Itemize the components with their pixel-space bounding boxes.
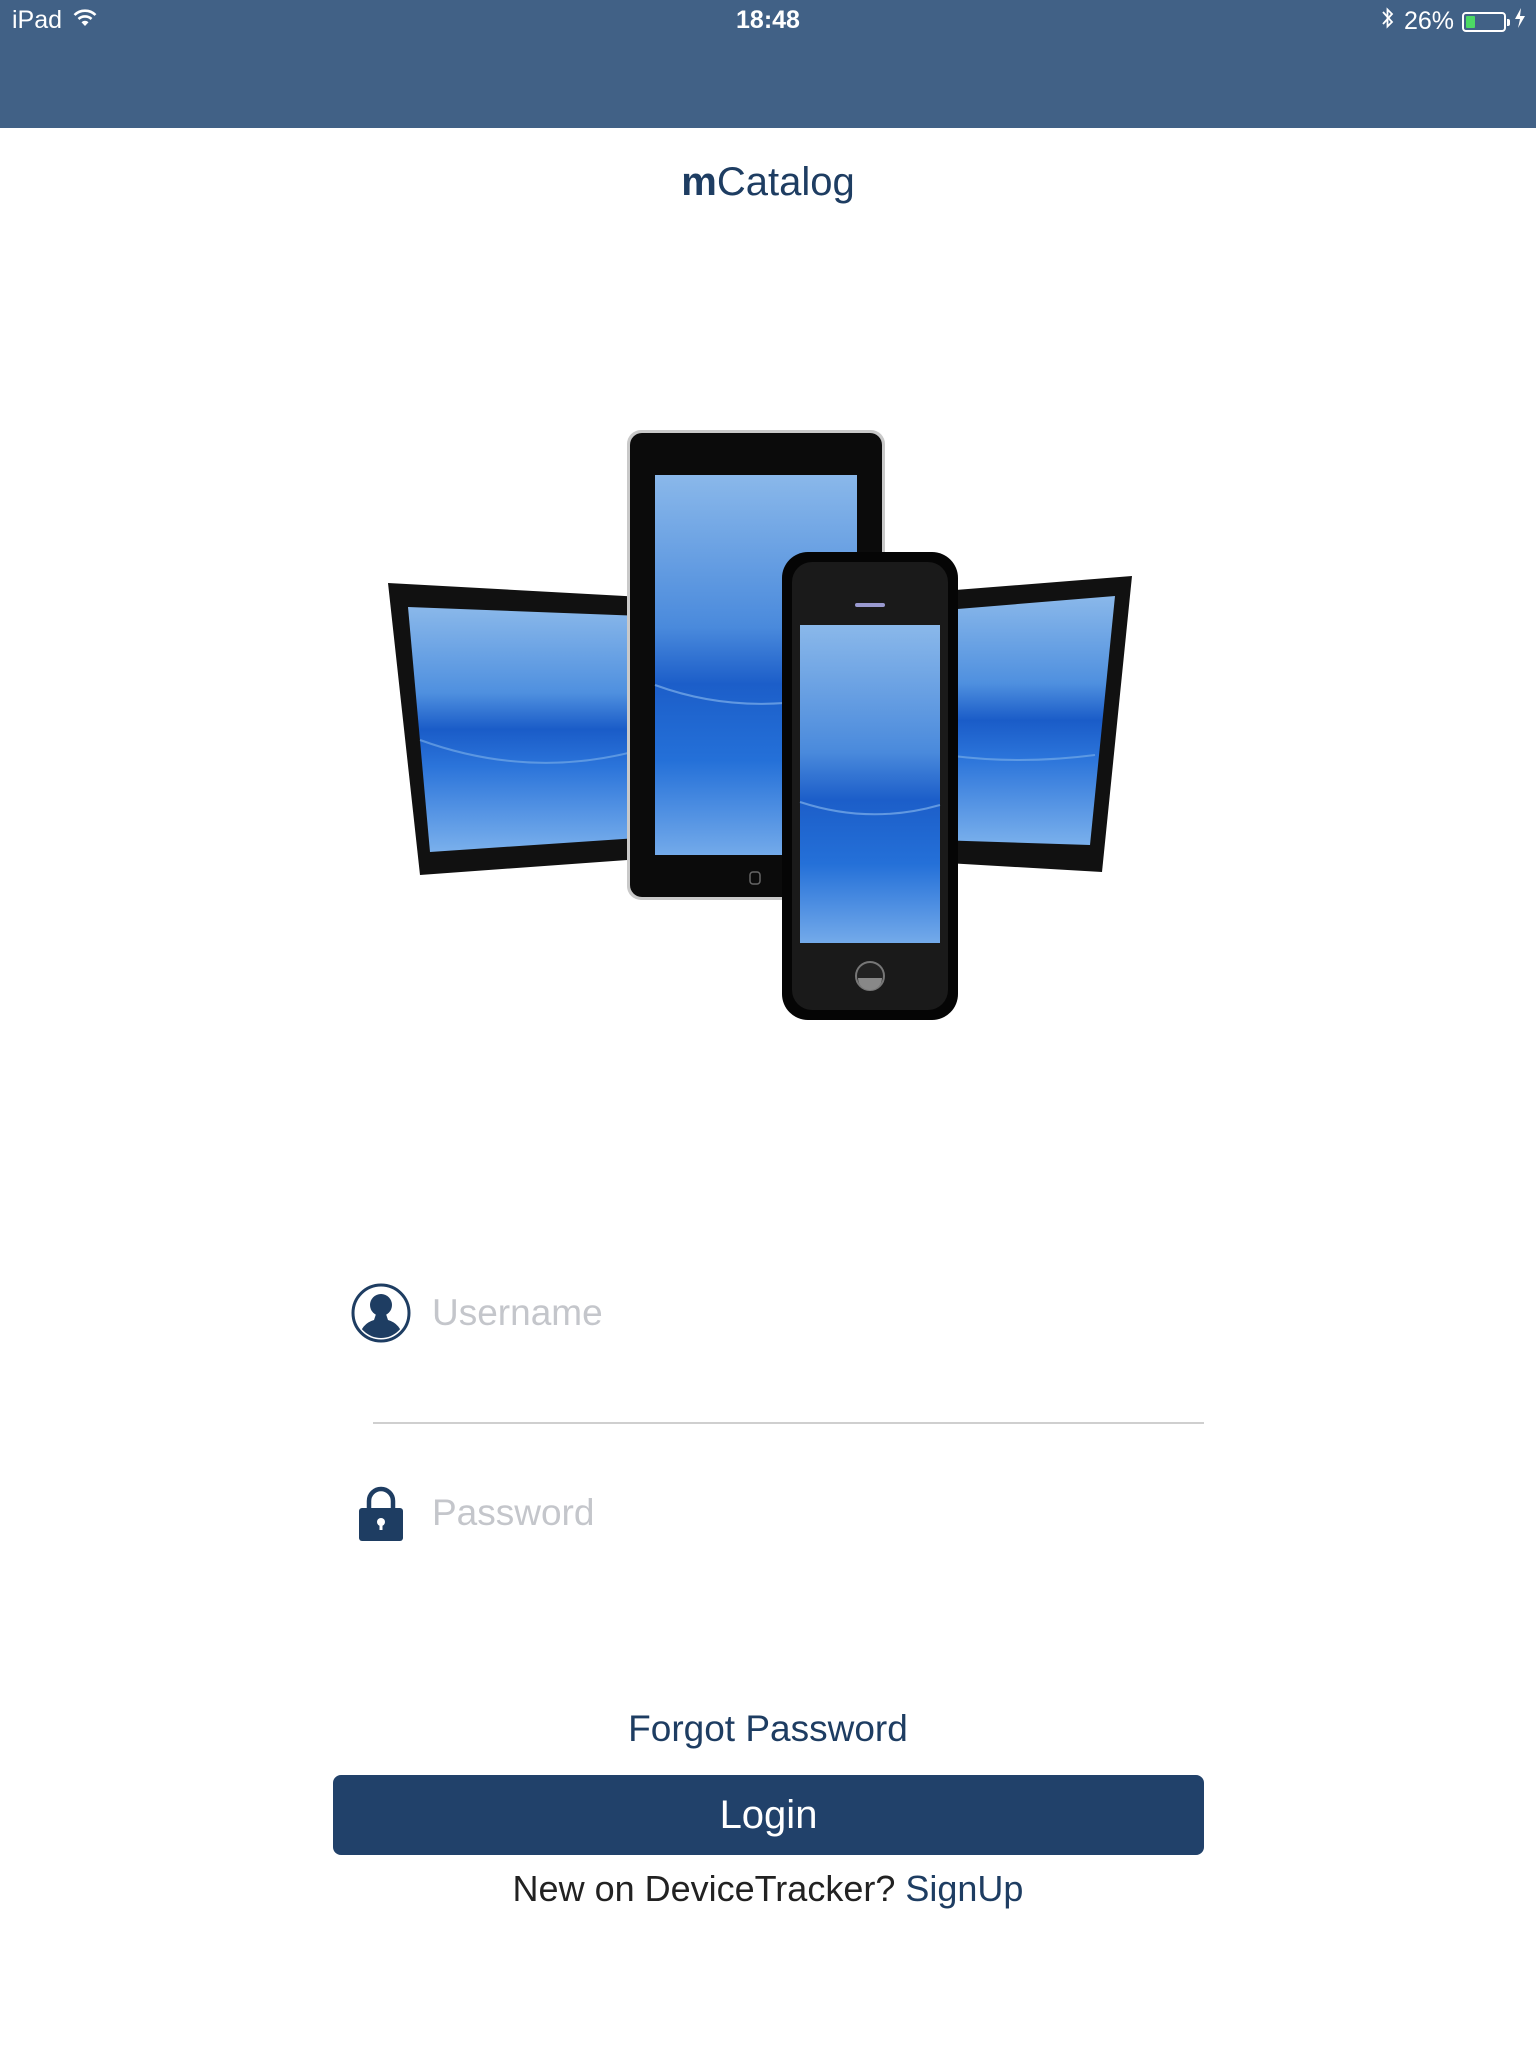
devices-illustration-svg <box>388 430 1132 1020</box>
lock-icon <box>350 1482 412 1544</box>
field-divider <box>373 1422 1204 1424</box>
signup-prompt: New on DeviceTracker? <box>512 1868 896 1909</box>
password-field[interactable] <box>350 1468 1210 1558</box>
signup-link[interactable]: SignUp <box>905 1868 1023 1909</box>
phone <box>782 552 958 1020</box>
status-time: 18:48 <box>736 6 800 34</box>
battery-fill <box>1466 15 1475 28</box>
devices-illustration <box>380 420 1140 1040</box>
signup-line: New on DeviceTracker? SignUp <box>0 1868 1536 1910</box>
left-tablet <box>388 583 660 875</box>
bluetooth-icon <box>1380 6 1396 37</box>
username-field[interactable] <box>350 1268 1210 1358</box>
login-button[interactable]: Login <box>333 1775 1204 1855</box>
battery-icon <box>1462 11 1510 32</box>
username-input[interactable] <box>432 1292 1132 1334</box>
app-title-rest: Catalog <box>716 160 855 204</box>
battery-percent: 26% <box>1403 7 1454 35</box>
charging-icon <box>1514 7 1526 36</box>
password-input[interactable] <box>432 1492 1132 1534</box>
app-title: mCatalog <box>0 160 1536 205</box>
status-bar: iPad 18:48 26% <box>0 0 1536 128</box>
user-icon <box>350 1282 412 1344</box>
status-right: 26% <box>1380 6 1526 37</box>
forgot-password-link[interactable]: Forgot Password <box>0 1708 1536 1750</box>
app-title-prefix: m <box>681 160 717 204</box>
